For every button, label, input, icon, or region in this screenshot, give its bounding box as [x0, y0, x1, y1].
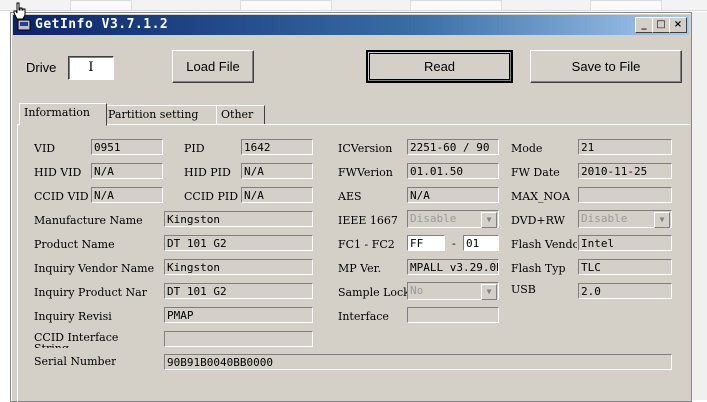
flash-type-field[interactable]: TLC	[578, 259, 672, 275]
chevron-down-icon: ▼	[654, 212, 670, 228]
max-noa-label: MAX_NOA	[511, 190, 571, 203]
fw-date-label: FW Date	[511, 166, 560, 179]
mode-label: Mode	[511, 142, 543, 155]
mp-ver-field[interactable]: MPALL v3.29.0B	[407, 259, 499, 275]
app-icon	[17, 19, 31, 31]
save-to-file-button[interactable]: Save to File	[530, 50, 682, 83]
background-item	[240, 0, 332, 11]
ccid-pid-label: CCID PID	[184, 190, 239, 203]
fc1-fc2-label: FC1 - FC2	[338, 238, 395, 251]
fwversion-field[interactable]: 01.01.50	[407, 163, 499, 179]
background-item	[410, 0, 502, 11]
tab-other[interactable]: Other	[216, 105, 265, 125]
sample-lock-value: No	[410, 284, 424, 297]
ieee-1667-dropdown[interactable]: Disable ▼	[407, 210, 499, 228]
product-name-label: Product Name	[34, 238, 115, 251]
inquiry-product-name-label: Inquiry Product Nar	[34, 286, 147, 299]
ccid-vid-label: CCID VID	[34, 190, 89, 203]
ccid-pid-field[interactable]: N/A	[241, 187, 313, 203]
drive-label: Drive	[26, 60, 57, 75]
pid-label: PID	[184, 142, 205, 155]
usb-field[interactable]: 2.0	[578, 283, 672, 299]
fwversion-label: FWVerion	[338, 166, 393, 179]
mode-field[interactable]: 21	[578, 139, 672, 155]
inquiry-vendor-name-label: Inquiry Vendor Name	[34, 262, 155, 275]
chevron-down-icon: ▼	[481, 284, 497, 300]
manufacture-name-label: Manufacture Name	[34, 214, 143, 227]
usb-label: USB	[511, 283, 536, 296]
vid-label: VID	[34, 142, 56, 155]
minimize-button[interactable]: _	[635, 17, 653, 33]
fw-date-field[interactable]: 2010-11-25	[578, 163, 672, 179]
background-item	[70, 0, 132, 11]
max-noa-field[interactable]	[578, 187, 672, 203]
getinfo-window: GetInfo V3.7.1.2 _ □ × Drive I Load File…	[10, 12, 692, 402]
inquiry-product-name-field[interactable]: DT 101 G2	[164, 283, 313, 299]
fc2-field[interactable]: 01	[463, 235, 499, 251]
sample-lock-dropdown[interactable]: No ▼	[407, 282, 499, 300]
hand-cursor-icon	[13, 2, 26, 20]
close-button[interactable]: ×	[669, 17, 687, 33]
aes-label: AES	[338, 190, 362, 203]
hid-pid-field[interactable]: N/A	[241, 163, 313, 179]
serial-number-field[interactable]: 90B91B0040BB0000	[164, 354, 672, 370]
ieee-1667-label: IEEE 1667	[338, 214, 398, 227]
desktop-background	[691, 12, 707, 400]
pid-field[interactable]: 1642	[241, 139, 313, 155]
dvd-rw-value: Disable	[581, 212, 628, 225]
serial-number-label: Serial Number	[34, 355, 117, 368]
mp-ver-label: MP Ver.	[338, 262, 382, 275]
load-file-button[interactable]: Load File	[172, 50, 254, 83]
product-name-field[interactable]: DT 101 G2	[164, 235, 313, 251]
hid-vid-field[interactable]: N/A	[91, 163, 163, 179]
window-title: GetInfo V3.7.1.2	[35, 17, 169, 32]
inquiry-vendor-name-field[interactable]: Kingston	[164, 259, 313, 275]
vid-field[interactable]: 0951	[91, 139, 163, 155]
flash-vendor-label: Flash Vendo	[511, 238, 577, 251]
inquiry-revision-label: Inquiry Revisi	[34, 310, 112, 323]
manufacture-name-field[interactable]: Kingston	[164, 211, 313, 227]
interface-field[interactable]	[407, 307, 499, 323]
icversion-label: ICVersion	[338, 142, 393, 155]
ccid-interface-string-field[interactable]	[164, 331, 313, 347]
hid-vid-label: HID VID	[34, 166, 82, 179]
read-button[interactable]: Read	[366, 50, 513, 83]
interface-label: Interface	[338, 310, 389, 323]
dvd-rw-dropdown[interactable]: Disable ▼	[578, 210, 672, 228]
drive-input[interactable]: I	[68, 56, 114, 80]
chevron-down-icon: ▼	[481, 212, 497, 228]
ccid-interface-label-line2: String	[34, 342, 69, 348]
tab-information[interactable]: Information	[19, 103, 107, 126]
hid-pid-label: HID PID	[184, 166, 231, 179]
aes-field[interactable]: N/A	[407, 187, 499, 203]
fc1-field[interactable]: FF	[407, 235, 445, 251]
maximize-button[interactable]: □	[652, 17, 670, 33]
dvd-rw-label: DVD+RW	[511, 214, 565, 227]
tab-partition-setting[interactable]: Partition setting	[103, 105, 218, 125]
background-window-strip	[0, 0, 707, 11]
inquiry-revision-field[interactable]: PMAP	[164, 307, 313, 323]
icversion-field[interactable]: 2251-60 / 90	[407, 139, 499, 155]
ccid-vid-field[interactable]: N/A	[91, 187, 163, 203]
ieee-1667-value: Disable	[410, 212, 457, 225]
flash-vendor-field[interactable]: Intel	[578, 235, 672, 251]
fc-separator: -	[452, 237, 456, 250]
flash-type-label: Flash Typ	[511, 262, 566, 275]
background-item	[590, 0, 662, 11]
sample-lock-label: Sample Lock	[338, 286, 410, 299]
title-bar[interactable]: GetInfo V3.7.1.2 _ □ ×	[13, 15, 689, 35]
